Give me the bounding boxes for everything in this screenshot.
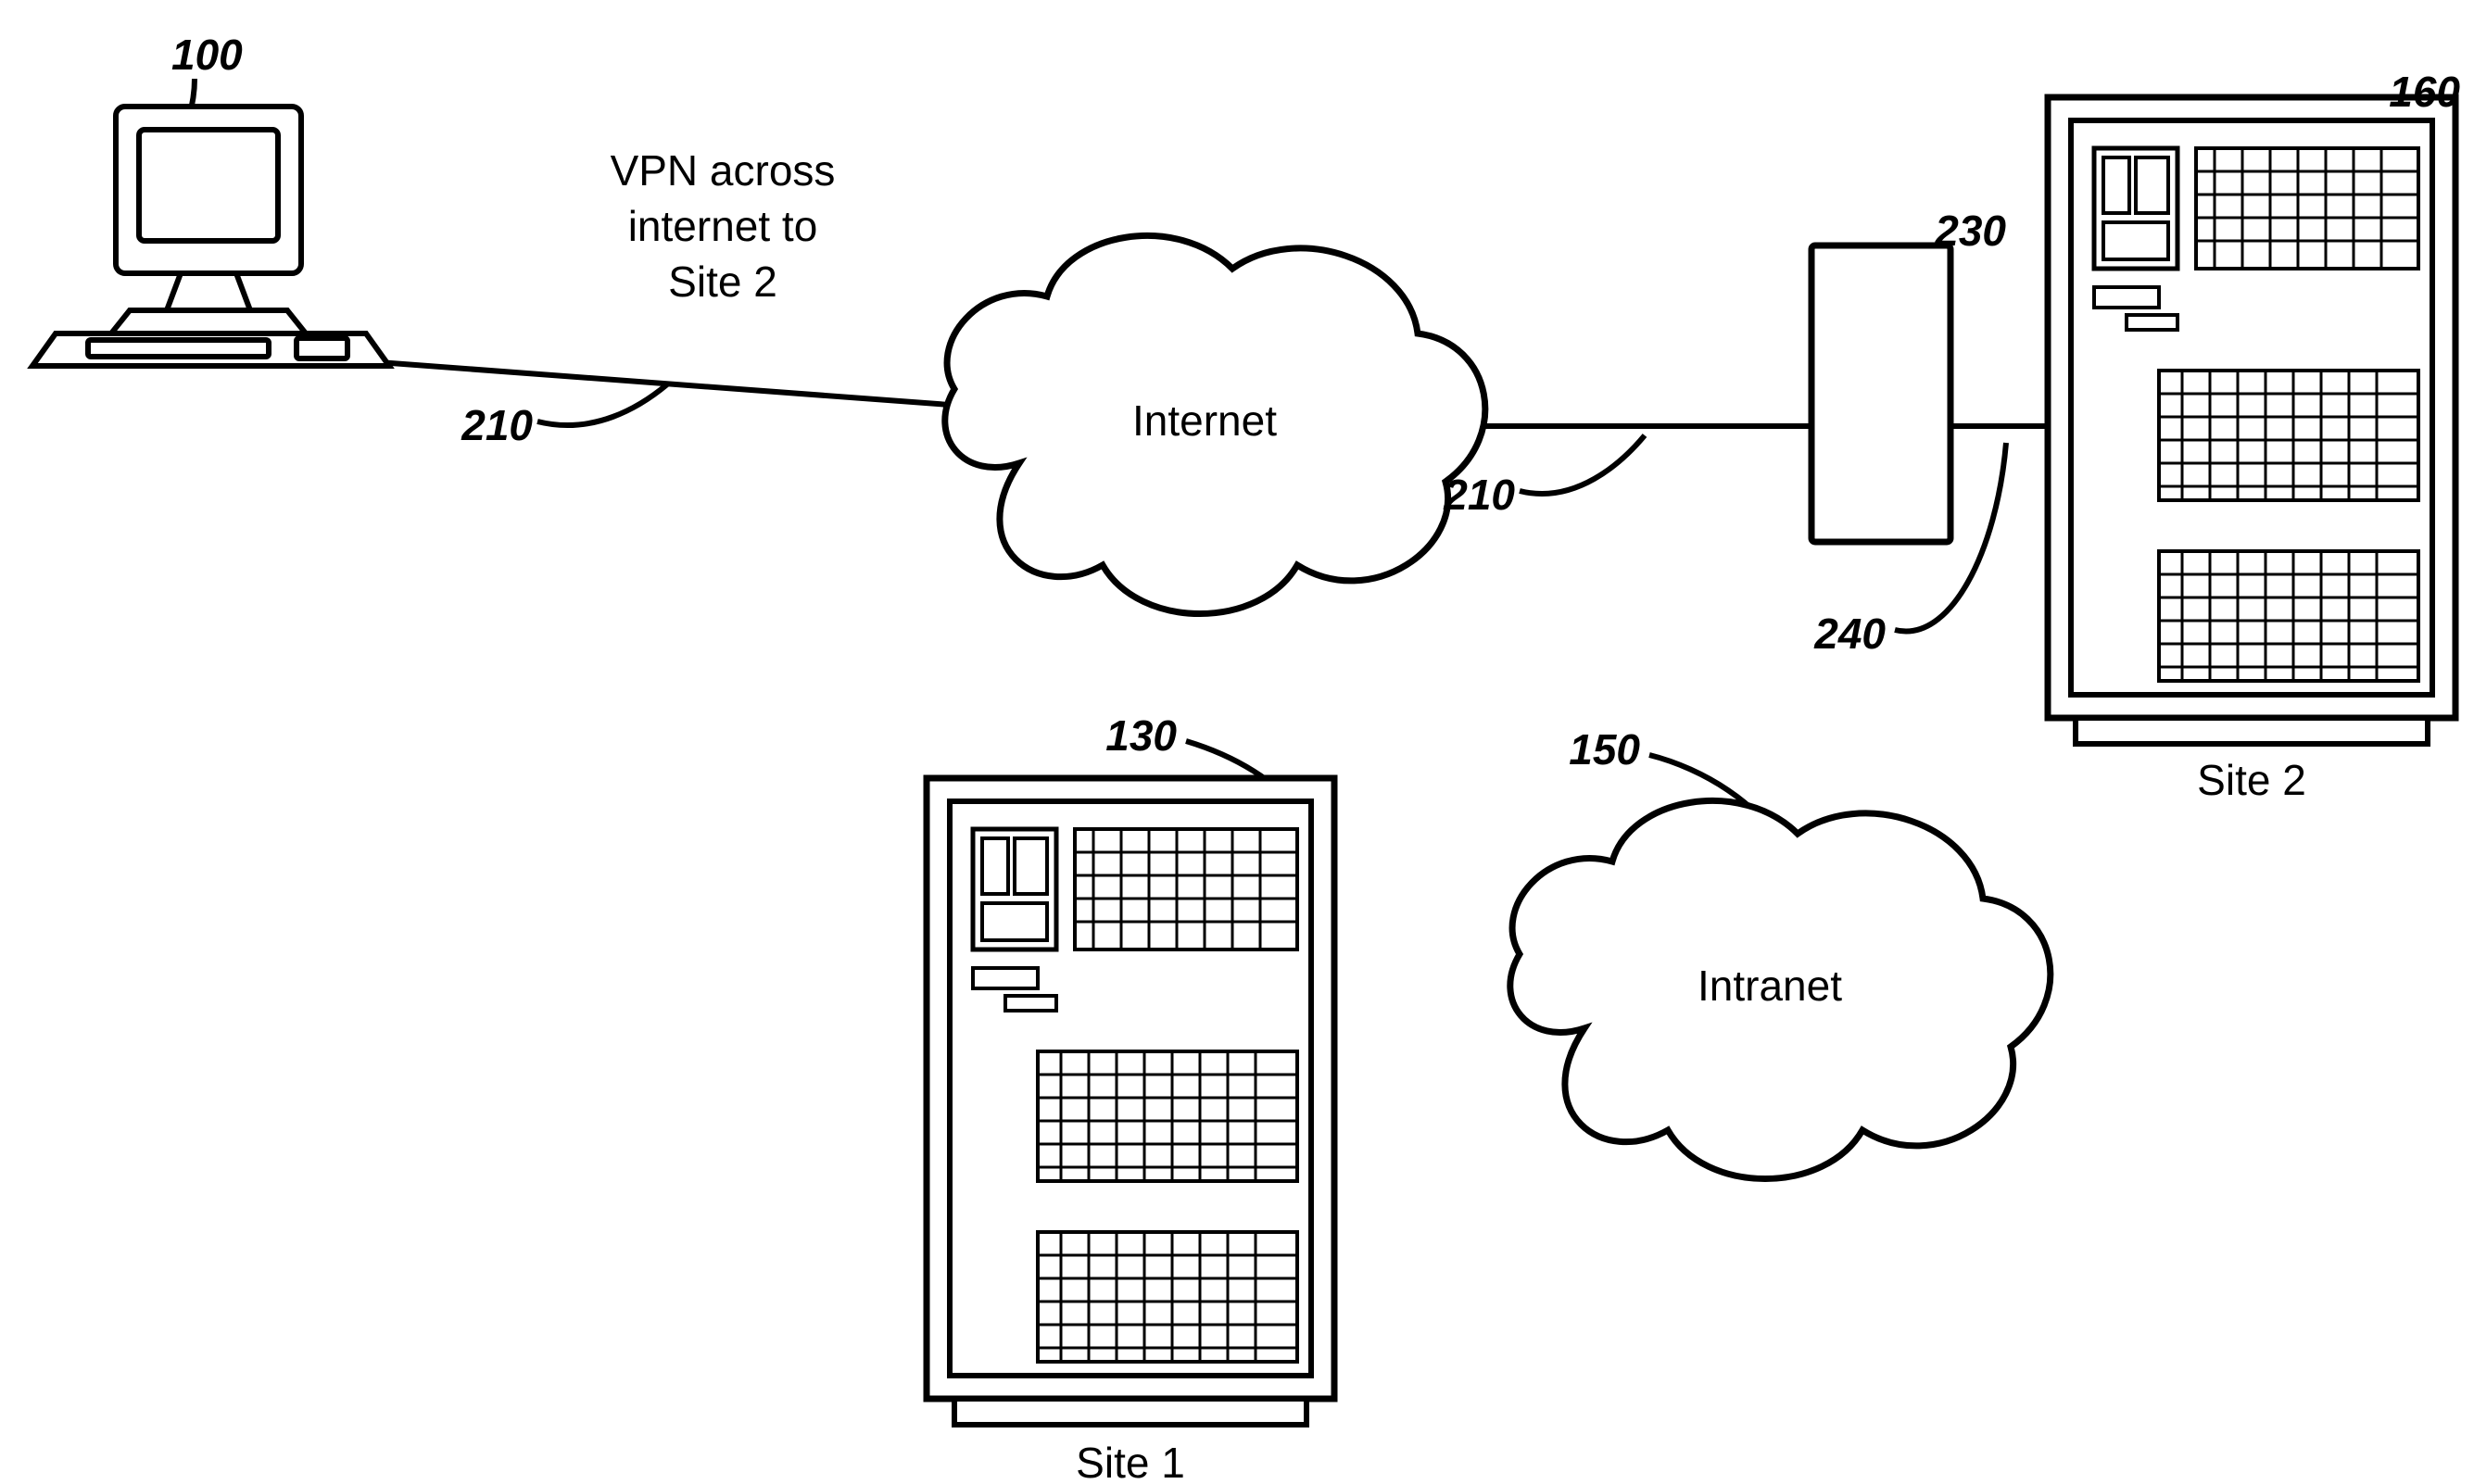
firewall-box <box>1811 245 1950 542</box>
site1-label: Site 1 <box>1076 1439 1185 1484</box>
ref-210-right: 210 <box>1443 471 1515 519</box>
ref-210-left: 210 <box>461 401 533 449</box>
server-site1 <box>927 778 1334 1425</box>
client-pc <box>32 107 389 366</box>
ref-160: 160 <box>2389 68 2460 116</box>
vpn-label-2: internet to <box>628 202 818 250</box>
ref-240: 240 <box>1813 610 1886 658</box>
ref-100: 100 <box>171 31 243 79</box>
internet-label: Internet <box>1132 396 1277 445</box>
ref-230: 230 <box>1934 207 2006 255</box>
vpn-label-1: VPN across <box>611 146 836 195</box>
server-site2 <box>2048 97 2455 744</box>
site2-label: Site 2 <box>2197 756 2306 804</box>
diagram-canvas: VPN across internet to Site 2 Internet I… <box>0 0 2474 1484</box>
intranet-label: Intranet <box>1698 962 1842 1010</box>
vpn-label-3: Site 2 <box>668 258 777 306</box>
ref-150: 150 <box>1569 725 1640 773</box>
ref-130: 130 <box>1105 711 1177 760</box>
